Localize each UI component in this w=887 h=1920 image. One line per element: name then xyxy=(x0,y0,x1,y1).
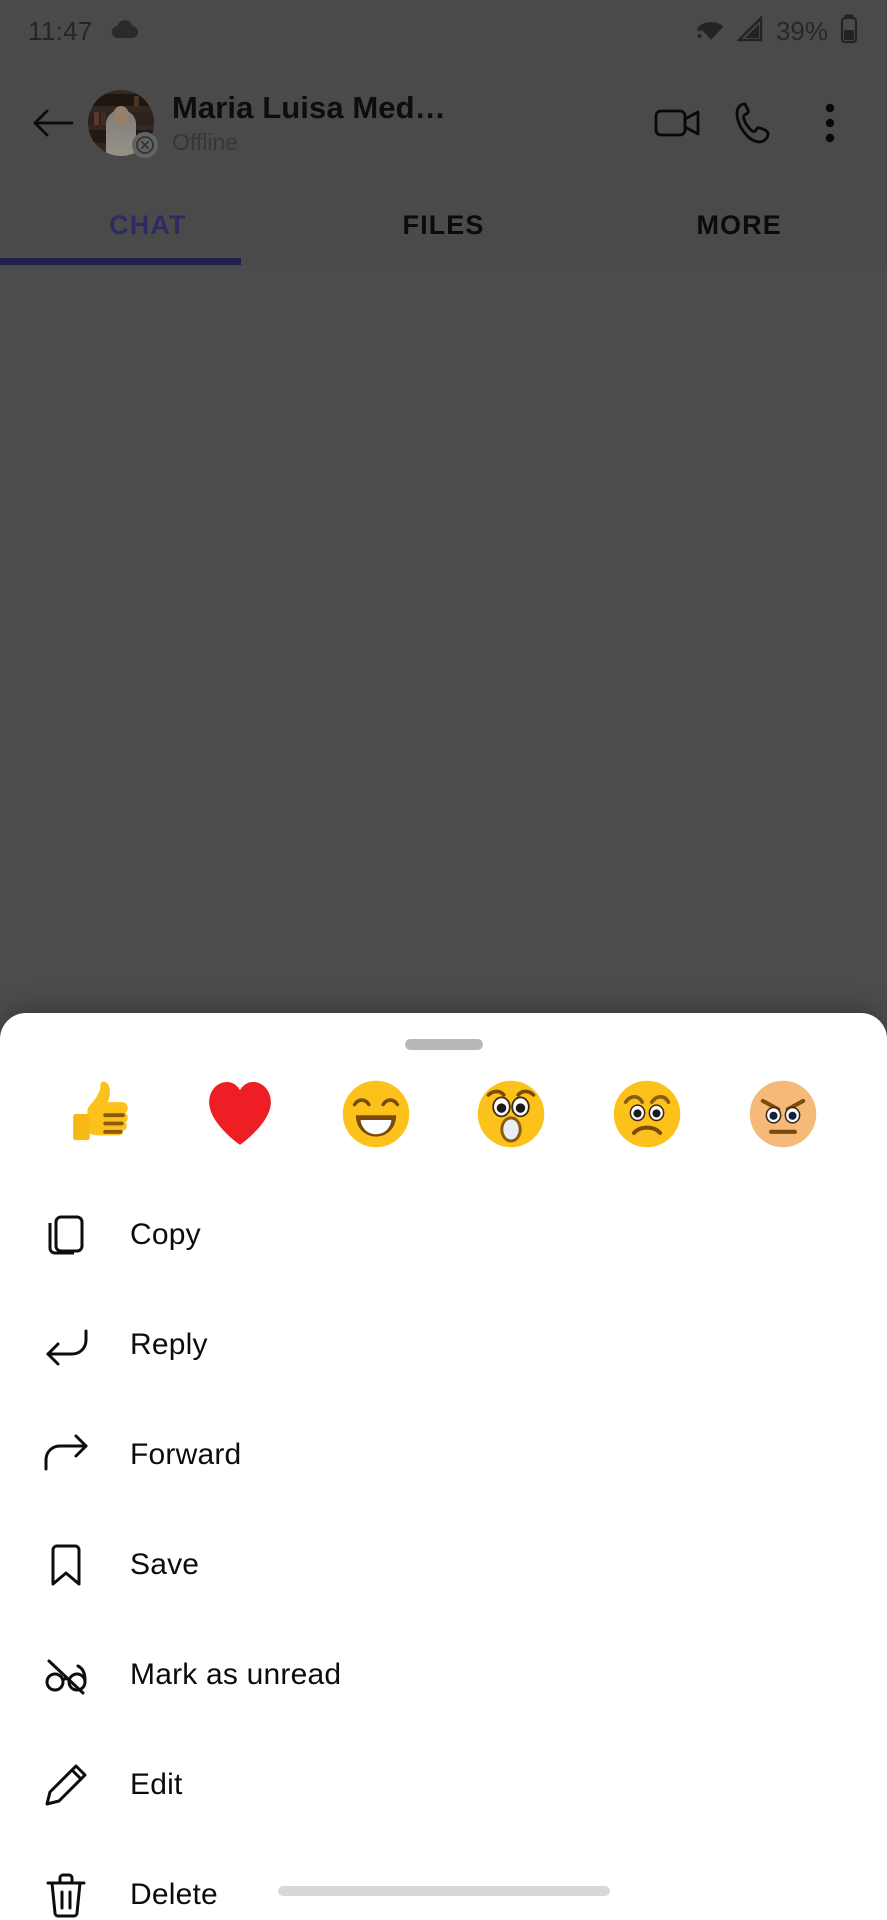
menu-item-copy[interactable]: Copy xyxy=(0,1180,887,1290)
menu-item-edit-label: Edit xyxy=(130,1768,183,1801)
drag-handle[interactable] xyxy=(404,1039,483,1050)
presence-status: Offline xyxy=(172,128,239,155)
wifi-icon xyxy=(696,16,726,47)
header-actions xyxy=(643,88,865,158)
menu-item-save[interactable]: Save xyxy=(0,1510,887,1620)
menu-item-reply[interactable]: Reply xyxy=(0,1290,887,1400)
status-clock: 11:47 xyxy=(28,15,93,46)
menu-item-edit[interactable]: Edit xyxy=(0,1730,887,1840)
message-actions-bottom-sheet: Copy Reply Forward Save Mark as unread E… xyxy=(0,1013,887,1920)
copy-icon xyxy=(38,1207,94,1263)
reaction-surprised[interactable] xyxy=(469,1072,553,1156)
tab-chat[interactable]: CHAT xyxy=(0,184,296,266)
reaction-thumbs-up[interactable] xyxy=(62,1072,146,1156)
trash-icon xyxy=(38,1867,94,1920)
glasses-slash-icon xyxy=(38,1647,94,1703)
astonished-face-emoji xyxy=(478,1080,545,1148)
menu-item-reply-label: Reply xyxy=(130,1328,208,1361)
menu-item-copy-label: Copy xyxy=(130,1218,201,1251)
reaction-sad[interactable] xyxy=(605,1072,689,1156)
tab-active-indicator xyxy=(0,258,241,265)
battery-icon xyxy=(839,14,859,49)
angry-face-emoji xyxy=(749,1080,817,1148)
tab-chat-label: CHAT xyxy=(109,209,187,240)
tab-bar: CHAT FILES MORE xyxy=(0,184,887,266)
status-bar-right: 39% xyxy=(696,14,859,49)
overflow-menu-button[interactable] xyxy=(795,88,865,158)
reaction-laugh[interactable] xyxy=(334,1072,418,1156)
chat-header: Maria Luisa Med… Offline xyxy=(0,62,887,184)
menu-item-delete-label: Delete xyxy=(130,1878,218,1911)
bookmark-icon xyxy=(38,1537,94,1593)
tab-more[interactable]: MORE xyxy=(591,184,887,266)
message-action-menu: Copy Reply Forward Save Mark as unread E… xyxy=(0,1172,887,1920)
cellular-signal-icon xyxy=(736,14,765,47)
home-indicator[interactable] xyxy=(277,1886,610,1896)
sad-face-emoji xyxy=(613,1080,681,1148)
tab-more-label: MORE xyxy=(696,209,782,240)
reaction-picker-row xyxy=(0,1050,887,1172)
thumbs-up-emoji xyxy=(73,1081,128,1141)
menu-item-forward-label: Forward xyxy=(130,1438,242,1471)
tab-files[interactable]: FILES xyxy=(296,184,592,266)
pencil-icon xyxy=(38,1757,94,1813)
header-text-block[interactable]: Maria Luisa Med… Offline xyxy=(172,90,643,156)
battery-percentage: 39% xyxy=(775,15,828,46)
offline-badge-icon xyxy=(132,132,158,158)
menu-item-mark-as-unread-label: Mark as unread xyxy=(130,1658,342,1691)
tab-files-label: FILES xyxy=(402,209,485,240)
contact-name: Maria Luisa Med… xyxy=(172,90,446,126)
reply-arrow-icon xyxy=(38,1317,94,1373)
voice-call-button[interactable] xyxy=(719,88,789,158)
reaction-heart[interactable] xyxy=(198,1072,282,1156)
grinning-face-emoji xyxy=(342,1080,409,1148)
reaction-angry[interactable] xyxy=(741,1072,825,1156)
back-button[interactable] xyxy=(22,92,84,154)
status-bar: 11:47 39% xyxy=(0,0,887,62)
heart-emoji xyxy=(208,1081,271,1145)
status-bar-left: 11:47 xyxy=(28,16,139,47)
menu-item-mark-as-unread[interactable]: Mark as unread xyxy=(0,1620,887,1730)
menu-item-save-label: Save xyxy=(130,1548,200,1581)
menu-item-forward[interactable]: Forward xyxy=(0,1400,887,1510)
forward-arrow-icon xyxy=(38,1427,94,1483)
video-call-button[interactable] xyxy=(643,88,713,158)
avatar[interactable] xyxy=(88,90,158,158)
cloud-icon xyxy=(109,18,139,45)
menu-item-delete[interactable]: Delete xyxy=(0,1840,887,1920)
